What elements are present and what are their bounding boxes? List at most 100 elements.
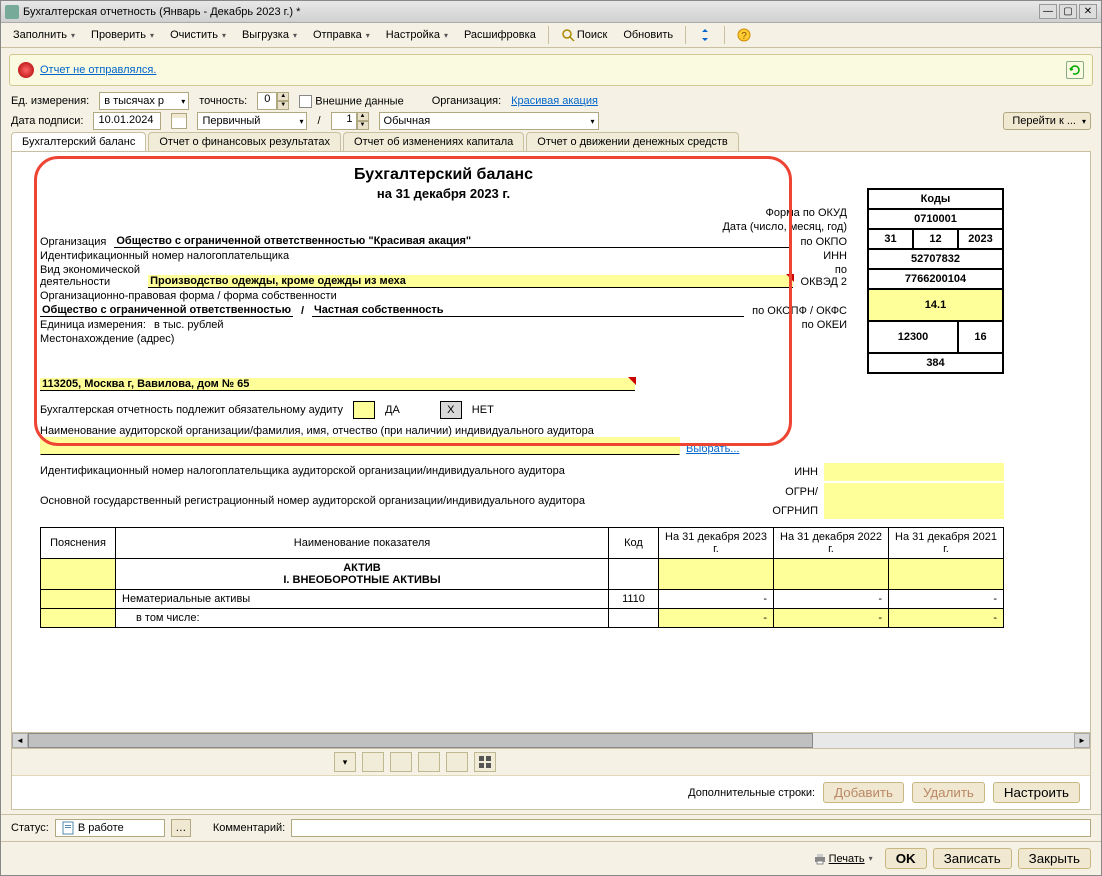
r1110-code: 1110	[609, 590, 659, 609]
fill-button[interactable]: Заполнить	[7, 27, 81, 43]
decode-button[interactable]: Расшифровка	[458, 27, 542, 43]
sec-y1[interactable]	[659, 559, 774, 590]
spin-up[interactable]: ▲	[357, 112, 369, 121]
goto-button[interactable]: Перейти к ...	[1003, 112, 1091, 130]
comment-input[interactable]	[291, 819, 1091, 837]
tool-5[interactable]	[446, 752, 468, 772]
status-field[interactable]: В работе	[55, 819, 165, 837]
okopf-label: по ОКОПФ / ОКФС	[752, 305, 847, 317]
maximize-button[interactable]: ▢	[1059, 4, 1077, 19]
status-link[interactable]: Отчет не отправлялся.	[40, 64, 156, 76]
date-month[interactable]: 12	[913, 229, 958, 249]
refresh-button[interactable]: Обновить	[617, 27, 679, 43]
r-incl-notes[interactable]	[41, 609, 116, 628]
r1110-y1[interactable]: -	[659, 590, 774, 609]
type-select[interactable]: Первичный	[197, 112, 307, 130]
okved-code[interactable]: 14.1	[868, 289, 1003, 321]
auditor-choose-link[interactable]: Выбрать...	[686, 443, 739, 455]
h-scrollbar[interactable]: ◄ ►	[12, 732, 1090, 748]
okfs-code[interactable]: 16	[958, 321, 1003, 353]
kind-select[interactable]: Обычная	[379, 112, 599, 130]
scroll-thumb[interactable]	[28, 733, 813, 748]
address-label: Местонахождение (адрес)	[40, 333, 847, 345]
add-row-button[interactable]: Добавить	[823, 782, 904, 803]
expand-button[interactable]	[692, 26, 718, 44]
r1110-y2[interactable]: -	[774, 590, 889, 609]
okpo-code[interactable]: 52707832	[868, 249, 1003, 269]
close-window-button[interactable]: Закрыть	[1018, 848, 1091, 869]
refresh-status-button[interactable]	[1066, 61, 1084, 79]
minimize-button[interactable]: —	[1039, 4, 1057, 19]
tab-cash-flow[interactable]: Отчет о движении денежных средств	[526, 132, 738, 151]
save-button[interactable]: Записать	[933, 848, 1012, 869]
seq-spinner[interactable]: 1 ▲▼	[331, 112, 369, 130]
unit-measure-label: Единица измерения:	[40, 319, 146, 331]
r1110-notes[interactable]	[41, 590, 116, 609]
auditor-ogrn-field[interactable]	[824, 483, 1004, 519]
send-button[interactable]: Отправка	[307, 27, 376, 43]
export-button[interactable]: Выгрузка	[236, 27, 303, 43]
okud-label: Форма по ОКУД	[766, 207, 848, 219]
r-incl-code	[609, 609, 659, 628]
ok-button[interactable]: OK	[885, 848, 927, 869]
tune-rows-button[interactable]: Настроить	[993, 782, 1080, 803]
search-button[interactable]: Поиск	[555, 26, 613, 44]
activity-value[interactable]: Производство одежды, кроме одежды из мех…	[148, 275, 792, 288]
close-button[interactable]: ✕	[1079, 4, 1097, 19]
external-data-check[interactable]: Внешние данные	[299, 95, 403, 108]
address-value[interactable]: 113205, Москва г, Вавилова, дом № 65	[40, 378, 635, 391]
opf-value-2[interactable]: Частная собственность	[312, 304, 744, 317]
okopf-code[interactable]: 12300	[868, 321, 958, 353]
tool-4[interactable]	[418, 752, 440, 772]
kind-value: Обычная	[384, 115, 431, 127]
help-button[interactable]: ?	[731, 26, 757, 44]
auditor-inn-field[interactable]	[824, 463, 1004, 481]
clear-button[interactable]: Очистить	[164, 27, 232, 43]
tab-capital-changes[interactable]: Отчет об изменениях капитала	[343, 132, 524, 151]
unit-select[interactable]: в тысячах р	[99, 92, 189, 110]
calendar-icon[interactable]	[171, 113, 187, 129]
r-incl-y3[interactable]: -	[889, 609, 1004, 628]
document-scroll[interactable]: Бухгалтерский баланс на 31 декабря 2023 …	[12, 152, 1090, 732]
spin-up[interactable]: ▲	[277, 92, 289, 101]
status-choose-button[interactable]: …	[171, 819, 191, 837]
tool-1[interactable]: ▾	[334, 752, 356, 772]
check-button[interactable]: Проверить	[85, 27, 160, 43]
sec-y3[interactable]	[889, 559, 1004, 590]
r-incl-name: в том числе:	[116, 609, 609, 628]
audit-yes-box[interactable]	[353, 401, 375, 419]
print-button[interactable]: Печать	[807, 850, 879, 868]
precision-spinner[interactable]: 0 ▲▼	[257, 92, 289, 110]
tool-grid-icon[interactable]	[474, 752, 496, 772]
report-subtitle: на 31 декабря 2023 г.	[40, 186, 847, 201]
inn-code[interactable]: 7766200104	[868, 269, 1003, 289]
extra-rows-label: Дополнительные строки:	[688, 787, 815, 799]
scroll-left[interactable]: ◄	[12, 733, 28, 748]
tool-3[interactable]	[390, 752, 412, 772]
sec-notes[interactable]	[41, 559, 116, 590]
r-incl-y2[interactable]: -	[774, 609, 889, 628]
audit-no-box[interactable]: X	[440, 401, 462, 419]
sec-y2[interactable]	[774, 559, 889, 590]
org-value[interactable]: Общество с ограниченной ответственностью…	[114, 235, 792, 248]
tab-fin-results[interactable]: Отчет о финансовых результатах	[148, 132, 341, 151]
sec-code	[609, 559, 659, 590]
delete-row-button[interactable]: Удалить	[912, 782, 985, 803]
tool-2[interactable]	[362, 752, 384, 772]
sign-date-input[interactable]: 10.01.2024	[93, 112, 161, 130]
spin-down[interactable]: ▼	[277, 101, 289, 110]
scroll-track[interactable]	[28, 733, 1074, 748]
spin-down[interactable]: ▼	[357, 121, 369, 130]
date-day[interactable]: 31	[868, 229, 913, 249]
separator	[685, 26, 686, 44]
auditor-name-field[interactable]	[40, 437, 680, 455]
settings-button[interactable]: Настройка	[380, 27, 454, 43]
r-incl-y1[interactable]: -	[659, 609, 774, 628]
doc-icon	[62, 821, 74, 835]
scroll-right[interactable]: ►	[1074, 733, 1090, 748]
tab-balance[interactable]: Бухгалтерский баланс	[11, 132, 146, 151]
opf-value-1[interactable]: Общество с ограниченной ответственностью	[40, 304, 293, 317]
r1110-y3[interactable]: -	[889, 590, 1004, 609]
org-link[interactable]: Красивая акация	[511, 95, 598, 107]
date-year[interactable]: 2023	[958, 229, 1003, 249]
